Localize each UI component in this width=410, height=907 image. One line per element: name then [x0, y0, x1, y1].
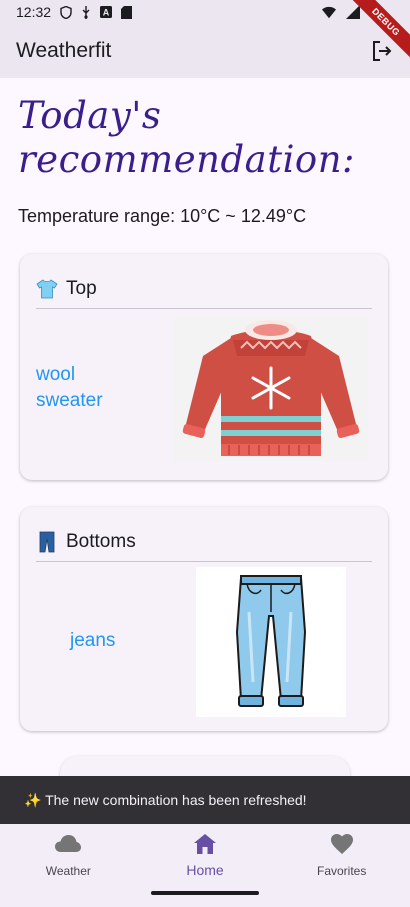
home-indicator[interactable]	[151, 891, 259, 895]
status-bar: 12:32 A	[0, 0, 410, 24]
divider	[36, 308, 372, 309]
cloud-icon	[55, 832, 82, 856]
wifi-icon	[322, 5, 336, 19]
signal-icon	[346, 5, 360, 19]
top-item-name[interactable]: wool sweater	[36, 362, 136, 414]
bottoms-card-label: Bottoms	[66, 531, 136, 552]
svg-text:A: A	[103, 8, 110, 18]
bottoms-card: Bottoms jeans	[20, 507, 388, 731]
nav-label-weather: Weather	[45, 864, 91, 878]
logout-icon[interactable]	[370, 39, 394, 63]
temperature-range: Temperature range: 10°C ~ 12.49°C	[18, 206, 307, 226]
nav-label-home: Home	[186, 862, 224, 878]
nav-item-favorites[interactable]: Favorites	[273, 824, 410, 907]
sweater-image	[174, 316, 368, 462]
main-content[interactable]: Today's recommendation: Temperature rang…	[0, 78, 410, 824]
bottoms-card-header: Bottoms	[20, 507, 388, 559]
a-icon: A	[99, 5, 113, 19]
app-title: Weatherfit	[16, 39, 112, 62]
snackbar-message: ✨ The new combination has been refreshed…	[24, 791, 307, 808]
status-time: 12:32	[16, 4, 52, 20]
shield-icon	[59, 5, 73, 19]
top-card: Top wool sweater	[20, 254, 388, 480]
page-title: Today's recommendation:	[18, 94, 355, 181]
jeans-image	[196, 567, 346, 717]
top-card-label: Top	[66, 278, 97, 299]
sd-card-icon	[119, 5, 133, 19]
usb-icon	[79, 5, 93, 19]
nav-item-weather[interactable]: Weather	[0, 824, 137, 907]
app-bar: Weatherfit	[0, 24, 410, 78]
shirt-icon	[36, 278, 58, 300]
jeans-icon	[36, 531, 58, 553]
snackbar: ✨ The new combination has been refreshed…	[0, 776, 410, 824]
divider	[36, 561, 372, 562]
bottoms-item-name[interactable]: jeans	[70, 628, 160, 654]
nav-label-favorites: Favorites	[317, 864, 367, 878]
heart-icon	[329, 832, 355, 856]
top-card-header: Top	[20, 254, 388, 306]
home-icon	[192, 832, 218, 856]
